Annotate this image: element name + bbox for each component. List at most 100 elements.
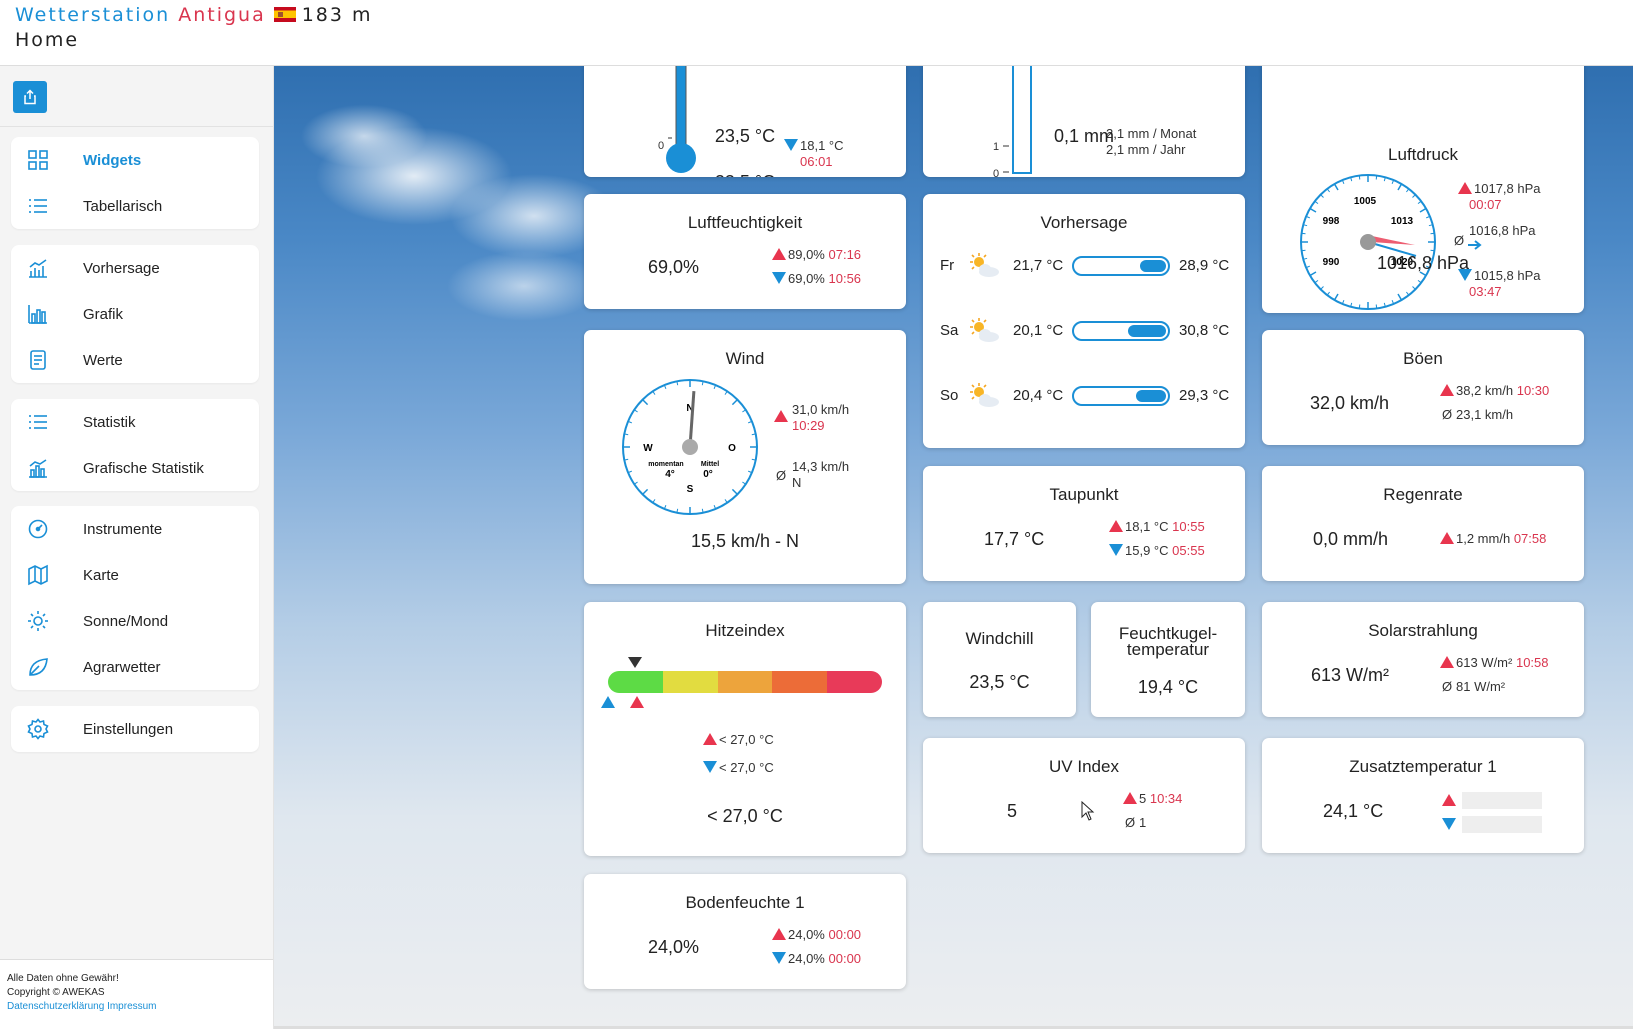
sidebar-item-label: Statistik xyxy=(83,414,136,431)
sidebar-item-karte[interactable]: Karte xyxy=(11,555,259,595)
heatindex-scale-segment xyxy=(772,671,828,693)
compass-south-label: S xyxy=(687,484,694,495)
forecast-chart-icon xyxy=(27,257,49,279)
sidebar-item-sonne-mond[interactable]: Sonne/Mond xyxy=(11,601,259,641)
leaf-icon xyxy=(27,656,49,678)
min-arrow-icon xyxy=(703,761,717,773)
rainrate-max: 1,2 mm/h 07:58 xyxy=(1440,531,1546,547)
sidebar-item-label: Einstellungen xyxy=(83,721,174,738)
wind-needle-hub xyxy=(682,439,698,455)
gauge-icon xyxy=(27,518,49,540)
pressure-gauge: 990 998 1005 1013 1020 xyxy=(1300,174,1436,310)
sidebar-item-widgets[interactable]: Widgets xyxy=(11,140,259,180)
rainrate-title: Regenrate xyxy=(1383,485,1463,504)
humidity-widget[interactable]: Luftfeuchtigkeit 69,0% 89,0% 07:16 69,0%… xyxy=(584,194,906,309)
dewpoint-widget[interactable]: Taupunkt 17,7 °C 18,1 °C 10:55 15,9 °C 0… xyxy=(923,466,1245,581)
forecast-range-fill xyxy=(1140,260,1166,272)
uv-avg: Ø1 xyxy=(1124,815,1147,830)
rain-scale-zero: 0 xyxy=(993,168,1000,177)
sidebar-item-statistik[interactable]: Statistik xyxy=(11,402,259,442)
imprint-link[interactable]: Impressum xyxy=(107,1001,156,1012)
wind-value: 15,5 km/h - N xyxy=(690,531,800,551)
soil-widget[interactable]: Bodenfeuchte 1 24,0% 24,0% 00:00 24,0% 0… xyxy=(584,874,906,989)
uv-value: 5 xyxy=(1007,801,1018,821)
sun-icon xyxy=(27,610,49,632)
nav-group: Vorhersage Grafik Werte xyxy=(11,245,259,383)
soil-title: Bodenfeuchte 1 xyxy=(685,893,805,912)
soil-min: 24,0% 00:00 xyxy=(772,951,861,967)
map-icon xyxy=(27,564,49,586)
heatindex-scale-segment xyxy=(608,671,663,693)
heatindex-scale-segment xyxy=(827,671,882,693)
heatindex-widget[interactable]: Hitzeindex < 27,0 °C < 27,0 °C < 27,0 °C xyxy=(584,602,906,856)
sidebar-item-grafik[interactable]: Grafik xyxy=(11,294,259,334)
forecast-min: 20,1 °C xyxy=(1013,322,1064,339)
min-arrow-icon xyxy=(772,272,786,284)
extratemp-value: 24,1 °C xyxy=(1323,801,1384,821)
wetbulb-widget[interactable]: Feuchtkugel-temperatur 19,4 °C xyxy=(1091,602,1245,717)
wind-max xyxy=(774,402,790,422)
forecast-row: So 20,4 °C 29,3 °C xyxy=(923,381,1245,411)
wind-max-time: 10:29 xyxy=(792,418,825,433)
heatindex-scale-segment xyxy=(662,671,718,693)
humidity-title: Luftfeuchtigkeit xyxy=(687,213,803,232)
sidebar-item-instrumente[interactable]: Instrumente xyxy=(11,509,259,549)
wind-compass: N S W O momentan Mittel 4° 0° xyxy=(622,379,758,515)
forecast-min: 20,4 °C xyxy=(1013,387,1064,404)
station-altitude: 183 m xyxy=(301,4,373,26)
spain-flag-icon xyxy=(273,7,296,22)
max-arrow-icon xyxy=(772,248,786,260)
sidebar-item-label: Widgets xyxy=(83,152,142,169)
stats-chart-icon xyxy=(27,457,49,479)
pressure-tick-label: 1005 xyxy=(1354,196,1377,207)
compass-mittel-label: Mittel xyxy=(701,461,719,468)
station-title: Wetterstation Antigua 183 m xyxy=(15,4,373,26)
sidebar-item-grafische-statistik[interactable]: Grafische Statistik xyxy=(11,448,259,488)
rain-widget[interactable]: 1 0 2,1 mm / Monat 2,1 mm / Jahr xyxy=(923,66,1245,177)
max-arrow-icon xyxy=(1458,182,1472,194)
dewpoint-max: 18,1 °C 10:55 xyxy=(1109,519,1205,535)
privacy-link[interactable]: Datenschutzerklärung xyxy=(7,1001,104,1012)
solar-widget[interactable]: Solarstrahlung 613 W/m² 613 W/m² 10:58 Ø… xyxy=(1262,602,1584,717)
pressure-needle-hub xyxy=(1360,234,1376,250)
pressure-tick-label: 998 xyxy=(1323,216,1340,227)
pressure-widget[interactable]: Luftdruck 990 998 1005 1013 1020 1017,8 … xyxy=(1262,66,1584,313)
sidebar-item-einstellungen[interactable]: Einstellungen xyxy=(11,709,259,749)
sidebar-item-tabellarisch[interactable]: Tabellarisch xyxy=(11,186,259,226)
sidebar: Widgets Tabellarisch Vorhersage Grafik Werte… xyxy=(0,66,274,1029)
extratemp-widget[interactable]: Zusatztemperatur 1 24,1 °C xyxy=(1262,738,1584,853)
pressure-min-time: 03:47 xyxy=(1469,284,1502,299)
wetbulb-value: 19,4 °C xyxy=(1137,677,1199,697)
windchill-value: 23,5 °C xyxy=(969,672,1030,692)
pressure-avg-symbol: Ø xyxy=(1454,233,1465,248)
pressure-max-time: 00:07 xyxy=(1469,197,1502,212)
pressure-avg: 1016,8 hPa xyxy=(1469,223,1536,238)
gust-widget[interactable]: Böen 32,0 km/h 38,2 km/h 10:30 Ø 23,1 km/… xyxy=(1262,330,1584,445)
soil-value: 24,0% xyxy=(648,937,700,957)
nav-group: Widgets Tabellarisch xyxy=(11,137,259,229)
sidebar-item-vorhersage[interactable]: Vorhersage xyxy=(11,248,259,288)
windchill-widget[interactable]: Windchill 23,5 °C xyxy=(923,602,1076,717)
gust-max: 38,2 km/h 10:30 xyxy=(1440,383,1549,399)
temperature-widget[interactable]: 0 18,1 °C 06:01 23,5 °C xyxy=(584,66,906,177)
forecast-max: 28,9 °C xyxy=(1179,257,1230,274)
max-arrow-icon xyxy=(774,410,788,422)
forecast-max: 29,3 °C xyxy=(1179,387,1230,404)
forecast-day: Fr xyxy=(940,257,955,274)
pressure-value: 1016,8 hPa xyxy=(1376,253,1470,273)
uv-widget[interactable]: UV Index 5 5 10:34 Ø1 xyxy=(923,738,1245,853)
wind-widget[interactable]: Wind N S W O momentan Mittel 4° 0° 31,0 … xyxy=(584,330,906,584)
forecast-day: Sa xyxy=(940,322,959,339)
share-icon xyxy=(24,89,36,105)
widgets-grid-icon xyxy=(27,149,49,171)
min-arrow-icon xyxy=(1442,818,1456,830)
max-arrow-icon xyxy=(1442,794,1456,806)
forecast-day: So xyxy=(940,387,959,404)
share-button[interactable] xyxy=(13,81,47,113)
sidebar-item-agrarwetter[interactable]: Agrarwetter xyxy=(11,647,259,687)
windchill-title: Windchill xyxy=(965,629,1034,648)
sidebar-item-werte[interactable]: Werte xyxy=(11,340,259,380)
rainrate-widget[interactable]: Regenrate 0,0 mm/h 1,2 mm/h 07:58 xyxy=(1262,466,1584,581)
forecast-widget[interactable]: Vorhersage Fr 21,7 °C 28,9 °C Sa 20,1 °C 30,8… xyxy=(923,194,1245,448)
extratemp-max-placeholder xyxy=(1462,792,1542,809)
